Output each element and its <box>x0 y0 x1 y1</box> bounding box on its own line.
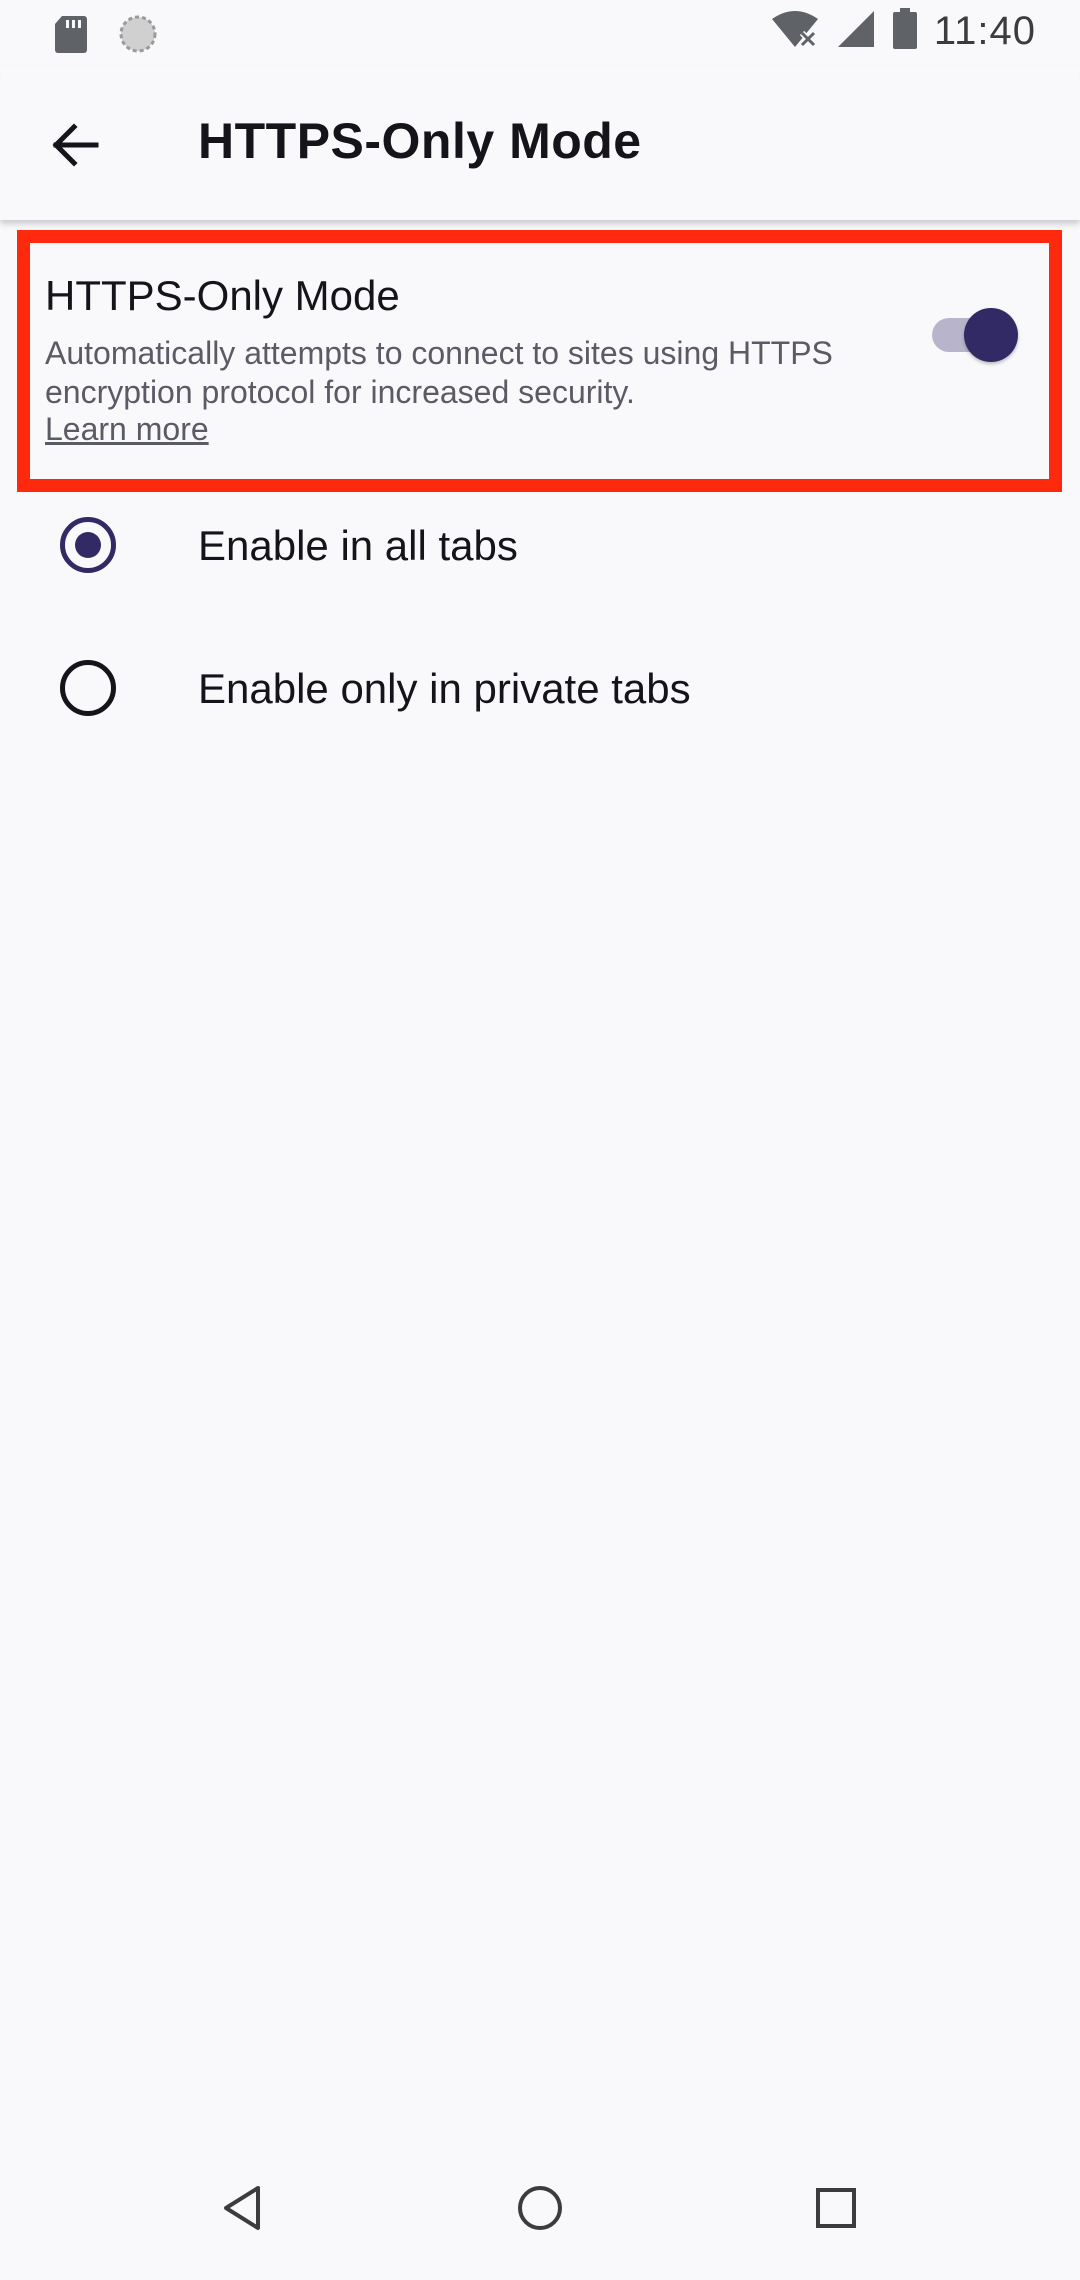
status-right: 11:40 <box>770 8 1036 55</box>
back-arrow-icon <box>50 122 100 172</box>
nav-back-icon <box>220 2184 264 2237</box>
nav-recents-button[interactable] <box>796 2170 876 2250</box>
sd-card-icon <box>54 14 88 59</box>
https-only-summary: Automatically attempts to connect to sit… <box>45 335 833 410</box>
sync-icon <box>118 14 158 59</box>
option-label-private-tabs: Enable only in private tabs <box>198 665 691 712</box>
app-bar: HTTPS-Only Mode <box>0 66 1080 220</box>
radio-button-private-tabs[interactable] <box>60 660 116 716</box>
radio-selected-dot <box>75 532 101 558</box>
nav-back-button[interactable] <box>202 2170 282 2250</box>
status-time: 11:40 <box>933 9 1036 53</box>
signal-icon <box>836 9 876 54</box>
status-left <box>54 14 158 59</box>
option-all-tabs[interactable]: Enable in all tabs <box>0 474 1080 616</box>
option-private-tabs[interactable]: Enable only in private tabs <box>0 617 1080 759</box>
battery-icon <box>892 8 918 55</box>
nav-recents-icon <box>815 2187 857 2234</box>
toggle-thumb <box>964 308 1018 362</box>
phone-screen: 11:40 HTTPS-Only Mode HTTPS-Only Mode Au… <box>0 0 1080 2280</box>
status-bar: 11:40 <box>0 0 1080 66</box>
radio-button-all-tabs[interactable] <box>60 517 116 573</box>
back-button[interactable] <box>34 106 116 188</box>
nav-home-icon <box>516 2184 564 2237</box>
wifi-off-icon <box>770 9 820 54</box>
learn-more-link[interactable]: Learn more <box>45 411 209 448</box>
option-label-all-tabs: Enable in all tabs <box>198 522 518 569</box>
navigation-bar <box>0 2140 1080 2280</box>
https-only-toggle[interactable] <box>932 308 1024 362</box>
https-only-title: HTTPS-Only Mode <box>45 272 400 319</box>
page-title: HTTPS-Only Mode <box>198 113 642 169</box>
nav-home-button[interactable] <box>500 2170 580 2250</box>
